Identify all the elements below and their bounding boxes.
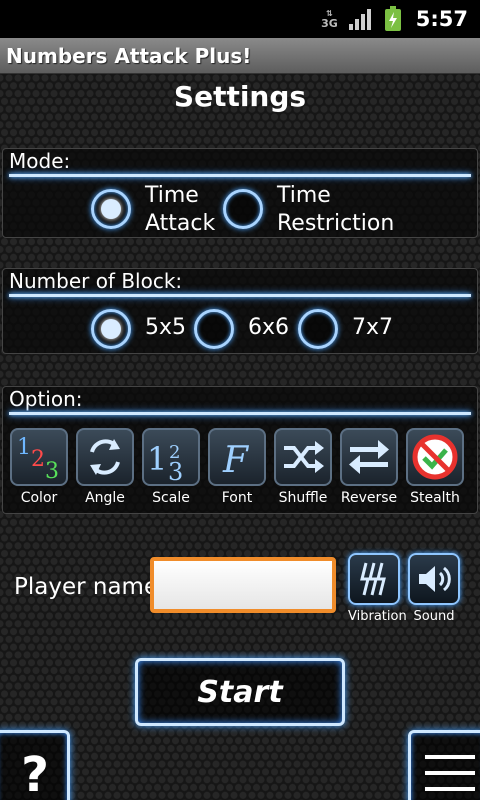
- signal-strength-icon: [348, 7, 374, 31]
- app-title: Numbers Attack Plus!: [6, 43, 252, 68]
- menu-button[interactable]: [408, 730, 480, 800]
- menu-line: [425, 771, 475, 775]
- option-stealth-button[interactable]: Stealth: [406, 428, 464, 506]
- option-scale-button[interactable]: 1 2 3 Scale: [142, 428, 200, 506]
- network-3g-icon: ⇅ 3G: [321, 9, 338, 30]
- block-5x5-label: 5x5: [145, 315, 187, 340]
- mode-time-attack-label: Time Attack: [145, 183, 216, 236]
- block-7x7-label: 7x7: [352, 315, 394, 340]
- blocks-panel: Number of Block: 5x5 6x6 7x7: [2, 268, 478, 354]
- option-color-button[interactable]: 1 2 3 Color: [10, 428, 68, 506]
- svg-text:1: 1: [17, 435, 31, 460]
- mode-label: Mode:: [9, 149, 71, 173]
- mode-divider: [9, 174, 471, 177]
- player-name-label: Player name: [14, 574, 159, 600]
- font-f-icon: F: [208, 428, 266, 486]
- color-numbers-icon: 1 2 3: [10, 428, 68, 486]
- option-font-button[interactable]: F Font: [208, 428, 266, 506]
- option-shuffle-button[interactable]: Shuffle: [274, 428, 332, 506]
- mode-time-restriction-radio[interactable]: [223, 189, 263, 229]
- battery-charging-icon: [384, 6, 402, 32]
- block-5x5-radio[interactable]: [91, 309, 131, 349]
- app-title-bar: Numbers Attack Plus!: [0, 38, 480, 74]
- status-bar: ⇅ 3G 5:57: [0, 0, 480, 38]
- blocks-label: Number of Block:: [9, 269, 183, 293]
- mode-time-attack-radio[interactable]: [91, 189, 131, 229]
- blocks-divider: [9, 294, 471, 297]
- vibration-icon: [348, 553, 400, 605]
- option-label: Option:: [9, 387, 83, 411]
- option-reverse-label: Reverse: [340, 490, 398, 506]
- vibration-label: Vibration: [348, 609, 407, 624]
- mode-panel: Mode: Time Attack Time Restriction: [2, 148, 478, 238]
- page-title: Settings: [173, 80, 307, 113]
- player-name-input[interactable]: [150, 557, 336, 613]
- help-question-icon: ?: [21, 747, 49, 800]
- svg-text:3: 3: [168, 458, 183, 484]
- block-6x6-radio[interactable]: [194, 309, 234, 349]
- reverse-arrows-icon: [340, 428, 398, 486]
- start-button[interactable]: Start: [135, 658, 345, 726]
- option-shuffle-label: Shuffle: [278, 490, 328, 506]
- rotate-arrows-icon: [76, 428, 134, 486]
- option-stealth-label: Stealth: [410, 490, 460, 506]
- block-7x7-radio[interactable]: [298, 309, 338, 349]
- svg-text:F: F: [222, 440, 250, 481]
- svg-text:1: 1: [147, 440, 167, 478]
- option-scale-label: Scale: [152, 490, 190, 506]
- svg-text:2: 2: [31, 447, 45, 472]
- speaker-icon: [408, 553, 460, 605]
- vibration-button[interactable]: Vibration: [348, 553, 407, 624]
- start-label: Start: [197, 674, 283, 710]
- svg-text:3: 3: [45, 459, 59, 484]
- help-button[interactable]: ?: [0, 730, 70, 800]
- block-6x6-label: 6x6: [248, 315, 290, 340]
- mode-time-restriction-label: Time Restriction: [277, 183, 395, 236]
- option-angle-label: Angle: [85, 490, 125, 506]
- sound-button[interactable]: Sound: [408, 553, 460, 624]
- option-angle-button[interactable]: Angle: [76, 428, 134, 506]
- option-font-label: Font: [221, 490, 253, 506]
- stealth-no-icon: [406, 428, 464, 486]
- sound-label: Sound: [413, 609, 455, 624]
- option-reverse-button[interactable]: Reverse: [340, 428, 398, 506]
- option-divider: [9, 412, 471, 415]
- status-time: 5:57: [415, 7, 468, 31]
- option-color-label: Color: [20, 490, 58, 506]
- menu-line: [425, 787, 475, 791]
- shuffle-icon: [274, 428, 332, 486]
- scale-numbers-icon: 1 2 3: [142, 428, 200, 486]
- menu-lines-icon: [425, 755, 475, 759]
